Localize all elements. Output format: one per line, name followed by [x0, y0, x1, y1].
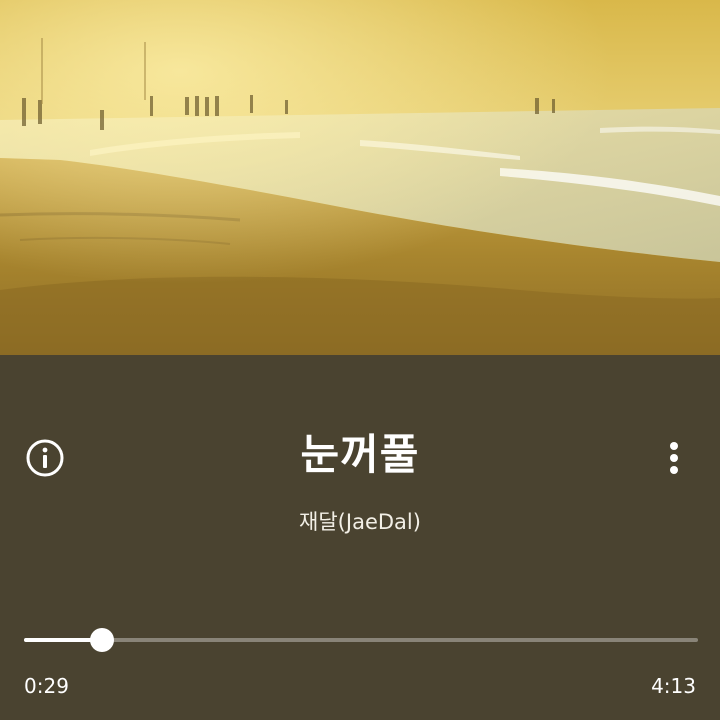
album-artwork [0, 0, 720, 355]
song-title: 눈꺼풀 [300, 430, 420, 479]
total-time: 4:13 [651, 674, 696, 698]
progress-thumb[interactable] [89, 628, 114, 652]
elapsed-time: 0:29 [24, 674, 69, 698]
info-icon [26, 439, 64, 477]
artist-name[interactable]: 재달(JaeDal) [110, 507, 610, 537]
more-options-button[interactable] [660, 439, 688, 477]
player-panel: 눈꺼풀 재달(JaeDal) 0:29 4:13 [0, 355, 720, 720]
info-button[interactable] [24, 437, 66, 479]
progress-bar[interactable] [24, 628, 698, 652]
more-vertical-icon [670, 442, 678, 474]
